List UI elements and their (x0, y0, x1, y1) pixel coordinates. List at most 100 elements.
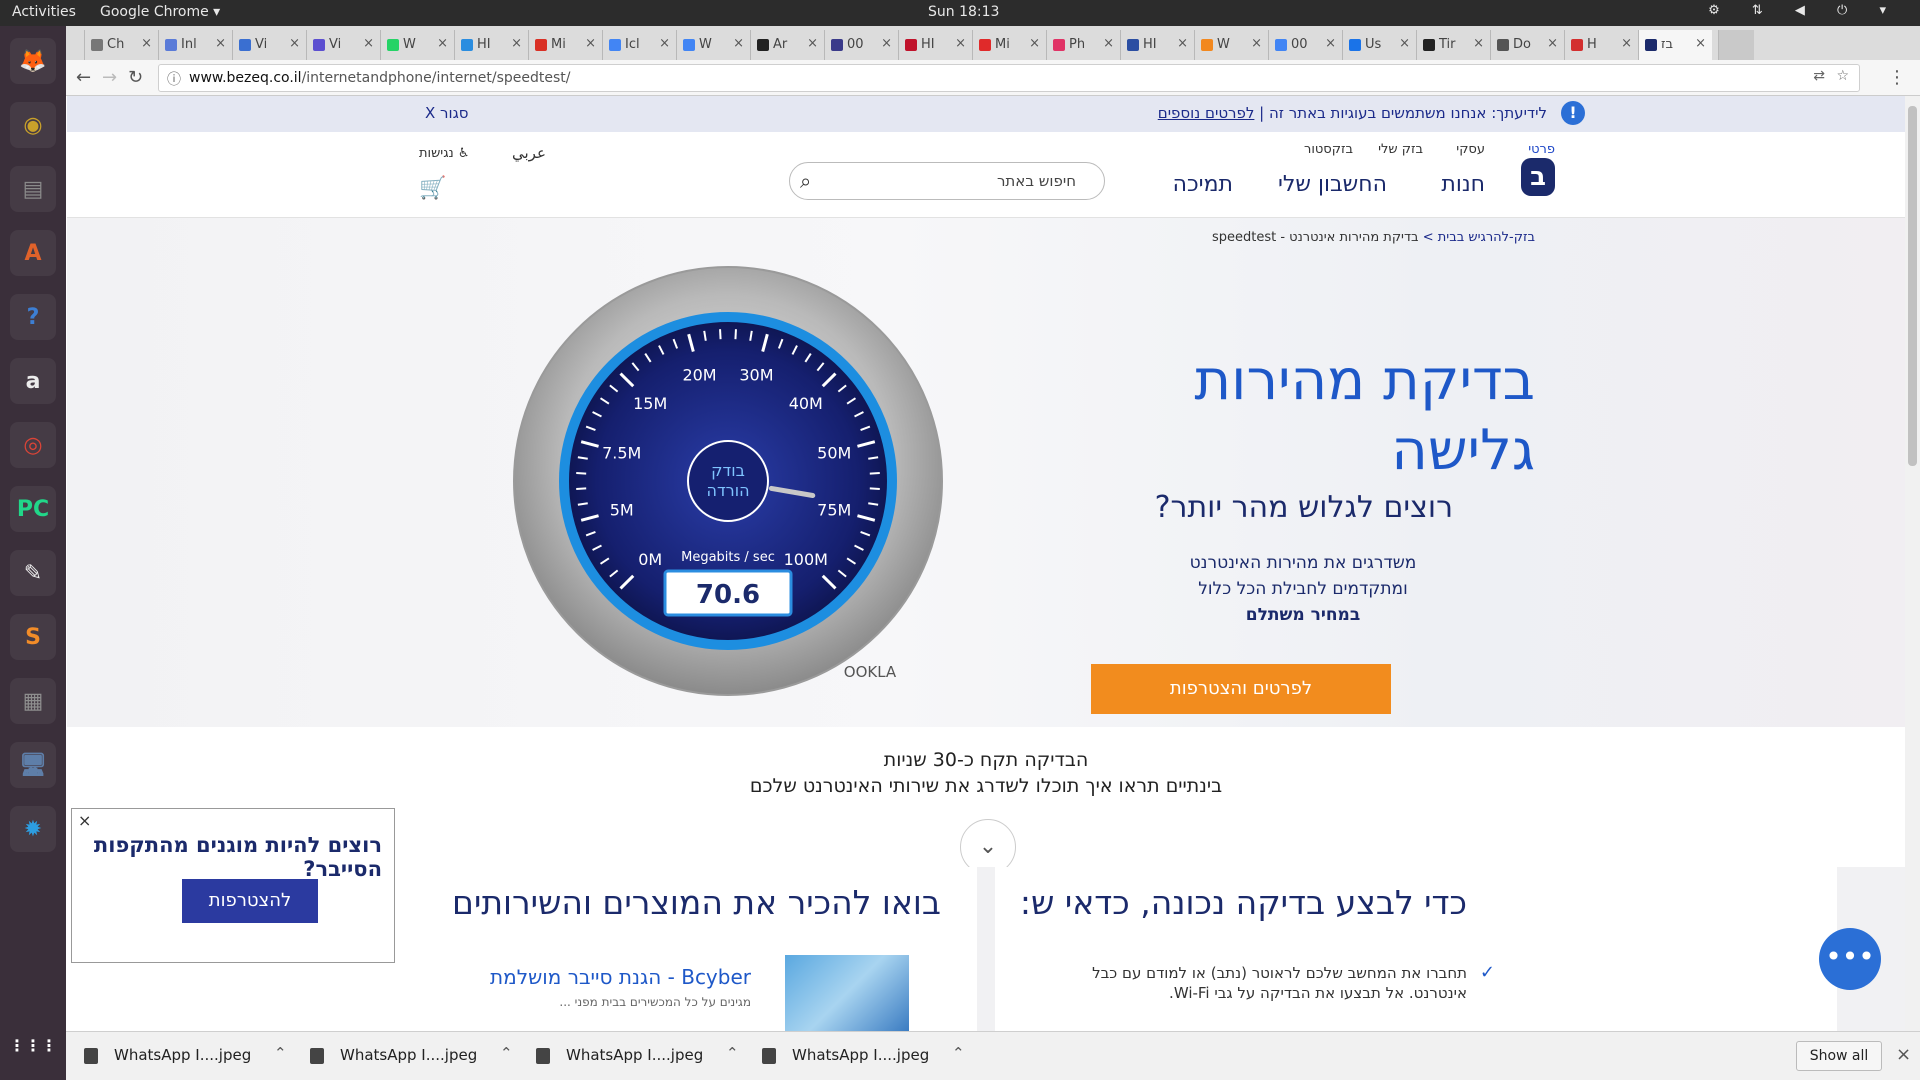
settings-icon[interactable]: ✹ (10, 806, 56, 852)
software-center-icon[interactable]: A (10, 230, 56, 276)
cart-icon[interactable]: 🛒 (419, 176, 446, 201)
nav-support[interactable]: תמיכה (1173, 172, 1233, 197)
bcyber-link[interactable]: Bcyber - הגנת סייבר מושלמת (490, 965, 751, 989)
browser-tab[interactable]: Us × (1342, 30, 1416, 60)
tab-close-icon[interactable]: × (1103, 36, 1114, 51)
tab-close-icon[interactable]: × (1547, 36, 1558, 51)
sublime-icon[interactable]: S (10, 614, 56, 660)
remote-desktop-icon[interactable]: 🖥 (10, 742, 56, 788)
close-icon[interactable]: × (1896, 1044, 1911, 1065)
section-bezeqstore[interactable]: בזקסטור (1304, 142, 1353, 157)
tab-close-icon[interactable]: × (585, 36, 596, 51)
forward-icon[interactable]: → (102, 67, 117, 88)
tab-close-icon[interactable]: × (141, 36, 152, 51)
scrollbar-thumb[interactable] (1908, 106, 1917, 466)
browser-tab[interactable]: HI × (1120, 30, 1194, 60)
browser-tab[interactable]: HI × (898, 30, 972, 60)
browser-tab[interactable]: Ch × (84, 30, 158, 60)
browser-tab[interactable]: Do × (1490, 30, 1564, 60)
search-icon[interactable]: ⌕ (800, 169, 811, 193)
tab-close-icon[interactable]: × (1473, 36, 1484, 51)
browser-tab[interactable]: Ph × (1046, 30, 1120, 60)
help-icon[interactable]: ? (10, 294, 56, 340)
browser-tab[interactable]: Vi × (232, 30, 306, 60)
browser-tab[interactable]: W × (380, 30, 454, 60)
browser-tab[interactable]: H × (1564, 30, 1638, 60)
browser-tab[interactable]: W × (1194, 30, 1268, 60)
tab-close-icon[interactable]: × (733, 36, 744, 51)
show-all-downloads-button[interactable]: Show all (1796, 1041, 1882, 1071)
show-applications-icon[interactable]: ⋮⋮⋮ (9, 1022, 57, 1068)
browser-tab[interactable]: 00 × (824, 30, 898, 60)
tab-close-icon[interactable]: × (511, 36, 522, 51)
tab-close-icon[interactable]: × (1251, 36, 1262, 51)
browser-tab[interactable]: Mi × (528, 30, 602, 60)
section-private[interactable]: פרטי (1528, 142, 1555, 157)
chevron-up-icon[interactable]: ⌃ (952, 1044, 965, 1062)
translate-icon[interactable]: ⇄ (1813, 68, 1825, 84)
browser-tab[interactable]: HI × (454, 30, 528, 60)
amazon-icon[interactable]: a (10, 358, 56, 404)
tab-close-icon[interactable]: × (1695, 36, 1706, 51)
accessibility-link[interactable]: ♿ נגישות (419, 146, 470, 161)
pycharm-icon[interactable]: PC (10, 486, 56, 532)
tab-close-icon[interactable]: × (437, 36, 448, 51)
tab-close-icon[interactable]: × (289, 36, 300, 51)
tab-close-icon[interactable]: × (363, 36, 374, 51)
browser-tab[interactable]: Tir × (1416, 30, 1490, 60)
activities-button[interactable]: Activities (12, 4, 76, 20)
page-scrollbar[interactable] (1905, 96, 1920, 1031)
libreoffice-icon[interactable]: ✎ (10, 550, 56, 596)
browser-tab[interactable]: Mi × (972, 30, 1046, 60)
tab-close-icon[interactable]: × (881, 36, 892, 51)
breadcrumb-home[interactable]: בזק-להרגיש בבית (1438, 230, 1535, 245)
cookie-close-button[interactable]: סגור X (425, 104, 469, 122)
browser-tab[interactable]: 00 × (1268, 30, 1342, 60)
browser-tab[interactable]: Inl × (158, 30, 232, 60)
back-icon[interactable]: ← (76, 67, 91, 88)
browser-tab[interactable]: Vi × (306, 30, 380, 60)
site-search-input[interactable]: חיפוש באתר ⌕ (789, 162, 1105, 200)
tab-close-icon[interactable]: × (1399, 36, 1410, 51)
chat-icon[interactable]: ••• (1819, 928, 1881, 990)
app-menu-button[interactable]: Google Chrome ▾ (100, 4, 220, 20)
nav-store[interactable]: חנות (1441, 172, 1485, 197)
calculator-icon[interactable]: ▦ (10, 678, 56, 724)
chrome-icon[interactable]: ◎ (10, 422, 56, 468)
tab-close-icon[interactable]: × (1177, 36, 1188, 51)
browser-tab[interactable]: בז × (1638, 30, 1712, 60)
chevron-up-icon[interactable]: ⌃ (274, 1044, 287, 1062)
address-bar[interactable]: ⓘ www.bezeq.co.il/internetandphone/inter… (158, 64, 1860, 92)
browser-tab[interactable]: Ar × (750, 30, 824, 60)
cookie-more-link[interactable]: לפרטים נוספים (1158, 104, 1255, 122)
new-tab-button[interactable] (1718, 30, 1754, 60)
files-icon[interactable]: ▤ (10, 166, 56, 212)
arabic-language-link[interactable]: عربي (512, 144, 546, 162)
tab-close-icon[interactable]: × (659, 36, 670, 51)
firefox-icon[interactable]: 🦊 (10, 38, 56, 84)
tab-close-icon[interactable]: × (1029, 36, 1040, 51)
chevron-up-icon[interactable]: ⌃ (500, 1044, 513, 1062)
section-my-bezeq[interactable]: בזק שלי (1378, 142, 1423, 157)
site-info-icon[interactable]: ⓘ (167, 69, 181, 89)
tab-close-icon[interactable]: × (1621, 36, 1632, 51)
tab-close-icon[interactable]: × (1325, 36, 1336, 51)
chrome-menu-icon[interactable]: ⋮ (1888, 67, 1906, 88)
promo-join-button[interactable]: להצטרפות (182, 879, 318, 923)
bezeq-logo[interactable]: ב (1521, 158, 1555, 196)
section-business[interactable]: עסקי (1456, 142, 1485, 157)
chevron-up-icon[interactable]: ⌃ (726, 1044, 739, 1062)
tab-close-icon[interactable]: × (215, 36, 226, 51)
details-and-join-button[interactable]: לפרטים והצטרפות (1091, 664, 1391, 714)
tab-close-icon[interactable]: × (955, 36, 966, 51)
browser-tab[interactable]: W × (676, 30, 750, 60)
rhythmbox-icon[interactable]: ◉ (10, 102, 56, 148)
system-tray[interactable]: ⚙ ⇅ ◀ ⏻ ▾ (1708, 3, 1900, 18)
tab-close-icon[interactable]: × (807, 36, 818, 51)
nav-my-account[interactable]: החשבון שלי (1278, 172, 1387, 197)
clock[interactable]: Sun 18:13 (928, 4, 999, 20)
browser-tab[interactable]: Icl × (602, 30, 676, 60)
bookmark-star-icon[interactable]: ☆ (1836, 68, 1849, 84)
reload-icon[interactable]: ↻ (128, 67, 143, 88)
close-icon[interactable]: × (78, 811, 91, 830)
